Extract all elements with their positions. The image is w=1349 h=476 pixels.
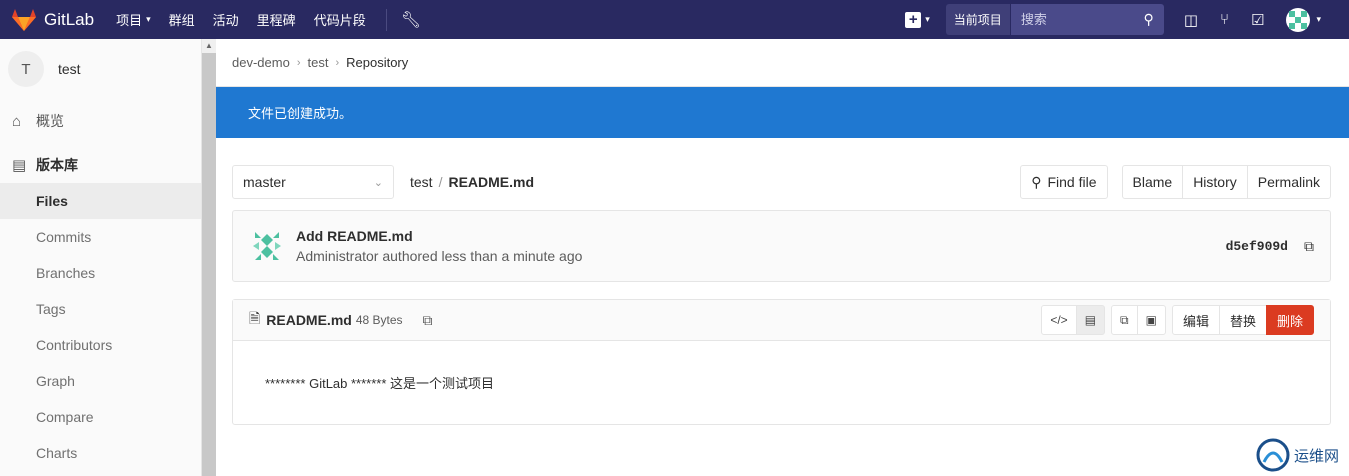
rendered-view-button[interactable]: ▤ bbox=[1075, 305, 1106, 335]
raw-file-button[interactable]: ▣ bbox=[1136, 305, 1166, 335]
file-name: README.md bbox=[266, 312, 352, 328]
chevron-down-icon: ▾ bbox=[1316, 14, 1321, 24]
chevron-down-icon: ⌄ bbox=[373, 176, 383, 189]
breadcrumb: dev-demo › test › Repository bbox=[216, 39, 1349, 87]
todo-check-icon[interactable]: ☑ bbox=[1251, 11, 1264, 29]
copy-content-button[interactable]: ⧉ bbox=[1111, 305, 1138, 335]
path-separator: / bbox=[438, 174, 443, 190]
path-file: README.md bbox=[448, 174, 535, 190]
nav-groups[interactable]: 群组 bbox=[169, 10, 195, 29]
gitlab-fox-icon bbox=[12, 8, 36, 31]
chevron-right-icon: › bbox=[335, 56, 340, 69]
replace-button[interactable]: 替换 bbox=[1218, 305, 1267, 335]
file-viewer: 🗎︎ README.md 48 Bytes ⧉ </> ▤ ⧉ ▣ 编辑 替换 … bbox=[232, 299, 1331, 425]
permalink-button[interactable]: Permalink bbox=[1246, 165, 1331, 199]
sidebar-item-overview[interactable]: ⌂ 概览 bbox=[0, 103, 201, 139]
watermark-logo-icon bbox=[1256, 438, 1290, 472]
path-directory[interactable]: test bbox=[410, 174, 433, 190]
project-name: test bbox=[58, 61, 81, 77]
flash-message: 文件已创建成功。 bbox=[248, 106, 353, 121]
sidebar-item-tags[interactable]: Tags bbox=[0, 291, 201, 327]
sidebar-item-charts[interactable]: Charts bbox=[0, 435, 201, 471]
project-sidebar: T test ⌂ 概览 ▤ 版本库 Files Commits Branches… bbox=[0, 39, 202, 476]
plus-icon: + bbox=[905, 11, 922, 28]
chevron-down-icon: ▾ bbox=[146, 14, 151, 24]
history-button[interactable]: History bbox=[1182, 165, 1248, 199]
new-item-button[interactable]: + ▾ bbox=[905, 11, 930, 28]
copy-path-icon[interactable]: ⧉ bbox=[423, 312, 433, 329]
file-text-icon: 🗎︎ bbox=[249, 310, 261, 326]
breadcrumb-group[interactable]: dev-demo bbox=[232, 55, 290, 70]
file-path: test / README.md bbox=[410, 174, 534, 190]
chevron-down-icon: ▾ bbox=[925, 14, 930, 24]
file-size: 48 Bytes bbox=[355, 313, 403, 327]
commit-meta: Administrator authored less than a minut… bbox=[296, 248, 582, 264]
branch-select[interactable]: master ⌄ bbox=[232, 165, 394, 199]
commit-sha[interactable]: d5ef909d bbox=[1226, 239, 1288, 254]
document-icon: ▤ bbox=[12, 157, 27, 174]
copy-icon: ⧉ bbox=[1120, 312, 1129, 327]
site-watermark: 运维网 bbox=[1256, 438, 1339, 472]
identicon-icon bbox=[1289, 10, 1308, 29]
sidebar-toggle-icon[interactable]: ◫ bbox=[1184, 11, 1198, 29]
flash-notice: 文件已创建成功。 bbox=[216, 87, 1349, 138]
commit-title[interactable]: Add README.md bbox=[296, 228, 582, 244]
nav-divider bbox=[385, 8, 387, 31]
search-group: 当前项目 ⚲ bbox=[945, 4, 1164, 35]
nav-milestones[interactable]: 里程碑 bbox=[257, 10, 296, 29]
file-toolbar: master ⌄ test / README.md ⚲ Find file Blam… bbox=[232, 165, 1331, 199]
blame-button[interactable]: Blame bbox=[1121, 165, 1184, 199]
commit-author[interactable]: Administrator bbox=[296, 248, 378, 264]
sidebar-item-branches[interactable]: Branches bbox=[0, 255, 201, 291]
file-viewer-header: 🗎︎ README.md 48 Bytes ⧉ </> ▤ ⧉ ▣ 编辑 替换 … bbox=[233, 300, 1330, 341]
sidebar-project-header[interactable]: T test bbox=[0, 39, 201, 99]
code-icon: </> bbox=[1050, 313, 1068, 327]
file-content: ******** GitLab ******* 这是一个测试项目 bbox=[265, 376, 495, 391]
main-content: dev-demo › test › Repository 文件已创建成功。 ma… bbox=[216, 39, 1349, 476]
branch-name: master bbox=[243, 174, 286, 190]
nav-activity[interactable]: 活动 bbox=[213, 10, 239, 29]
scroll-up-arrow-icon[interactable]: ▲ bbox=[202, 39, 216, 53]
watermark-text: 运维网 bbox=[1293, 447, 1339, 465]
commit-author-avatar[interactable] bbox=[249, 228, 285, 264]
search-icon: ⚲ bbox=[1031, 173, 1042, 190]
brand-name: GitLab bbox=[44, 9, 95, 29]
sidebar-scrollbar[interactable] bbox=[202, 39, 216, 476]
breadcrumb-project[interactable]: test bbox=[307, 55, 328, 70]
delete-button[interactable]: 删除 bbox=[1265, 305, 1314, 335]
search-scope[interactable]: 当前项目 bbox=[945, 4, 1010, 35]
raw-file-icon: ▣ bbox=[1145, 313, 1157, 327]
sidebar-item-repository[interactable]: ▤ 版本库 bbox=[0, 147, 201, 183]
nav-projects[interactable]: 项目 ▾ bbox=[116, 10, 151, 29]
find-file-button[interactable]: ⚲ Find file bbox=[1020, 165, 1108, 199]
sidebar-item-graph[interactable]: Graph bbox=[0, 363, 201, 399]
file-text-icon: ▤ bbox=[1084, 313, 1097, 327]
source-view-button[interactable]: </> bbox=[1041, 305, 1077, 335]
commit-time: authored less than a minute ago bbox=[382, 248, 583, 264]
nav-snippets[interactable]: 代码片段 bbox=[314, 10, 366, 29]
wrench-icon[interactable]: 🔧︎ bbox=[401, 10, 421, 30]
sidebar-item-commits[interactable]: Commits bbox=[0, 219, 201, 255]
project-avatar: T bbox=[8, 51, 44, 87]
search-input[interactable] bbox=[1020, 12, 1131, 27]
breadcrumb-current[interactable]: Repository bbox=[346, 55, 408, 70]
file-action-group: Blame History Permalink bbox=[1121, 165, 1331, 199]
sidebar-item-files[interactable]: Files bbox=[0, 183, 201, 219]
home-icon: ⌂ bbox=[12, 112, 22, 130]
last-commit-box: Add README.md Administrator authored les… bbox=[232, 210, 1331, 282]
chevron-right-icon: › bbox=[296, 56, 301, 69]
gitlab-logo[interactable]: GitLab bbox=[12, 8, 95, 31]
user-avatar bbox=[1286, 7, 1311, 32]
edit-button[interactable]: 编辑 bbox=[1171, 305, 1220, 335]
sidebar-item-compare[interactable]: Compare bbox=[0, 399, 201, 435]
search-box: ⚲ bbox=[1009, 4, 1164, 35]
copy-sha-icon[interactable]: ⧉ bbox=[1304, 238, 1314, 255]
merge-request-icon[interactable]: ⑂ bbox=[1220, 11, 1229, 28]
sidebar-item-contributors[interactable]: Contributors bbox=[0, 327, 201, 363]
user-menu[interactable]: ▾ bbox=[1286, 7, 1321, 32]
top-navbar: GitLab 项目▾ 群组 活动 里程碑 代码片段 🔧︎ + ▾ 当前项目 ⚲ … bbox=[0, 0, 1349, 39]
search-icon[interactable]: ⚲ bbox=[1144, 11, 1154, 28]
